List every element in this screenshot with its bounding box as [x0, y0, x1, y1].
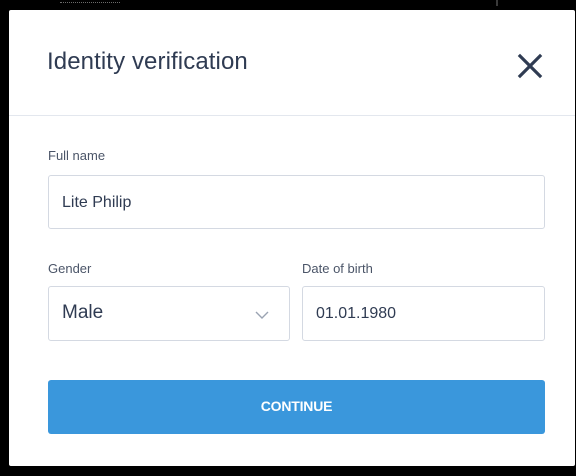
gender-select[interactable]: Male [48, 286, 290, 341]
date-of-birth-value: 01.01.1980 [316, 305, 397, 322]
continue-button[interactable]: CONTINUE [48, 380, 545, 434]
full-name-label: Full name [48, 148, 106, 163]
background-hint [60, 2, 120, 7]
dialog-title: Identity verification [47, 48, 248, 75]
continue-button-label: CONTINUE [260, 398, 333, 414]
close-button[interactable] [516, 50, 546, 80]
full-name-value: Lite Philip [62, 194, 132, 211]
date-of-birth-field[interactable]: 01.01.1980 [302, 286, 545, 341]
close-icon [517, 53, 543, 79]
dialog-header: Identity verification [9, 10, 575, 116]
gender-selected-value: Male [62, 302, 104, 323]
full-name-field[interactable]: Lite Philip [48, 175, 545, 229]
gender-label: Gender [48, 261, 92, 276]
chevron-down-icon [255, 311, 269, 319]
identity-verification-dialog: Identity verification Full name Lite Phi… [9, 10, 575, 466]
date-of-birth-label: Date of birth [302, 261, 373, 276]
page: Identity verification Full name Lite Phi… [0, 0, 576, 476]
background-hint-mark [496, 0, 498, 6]
